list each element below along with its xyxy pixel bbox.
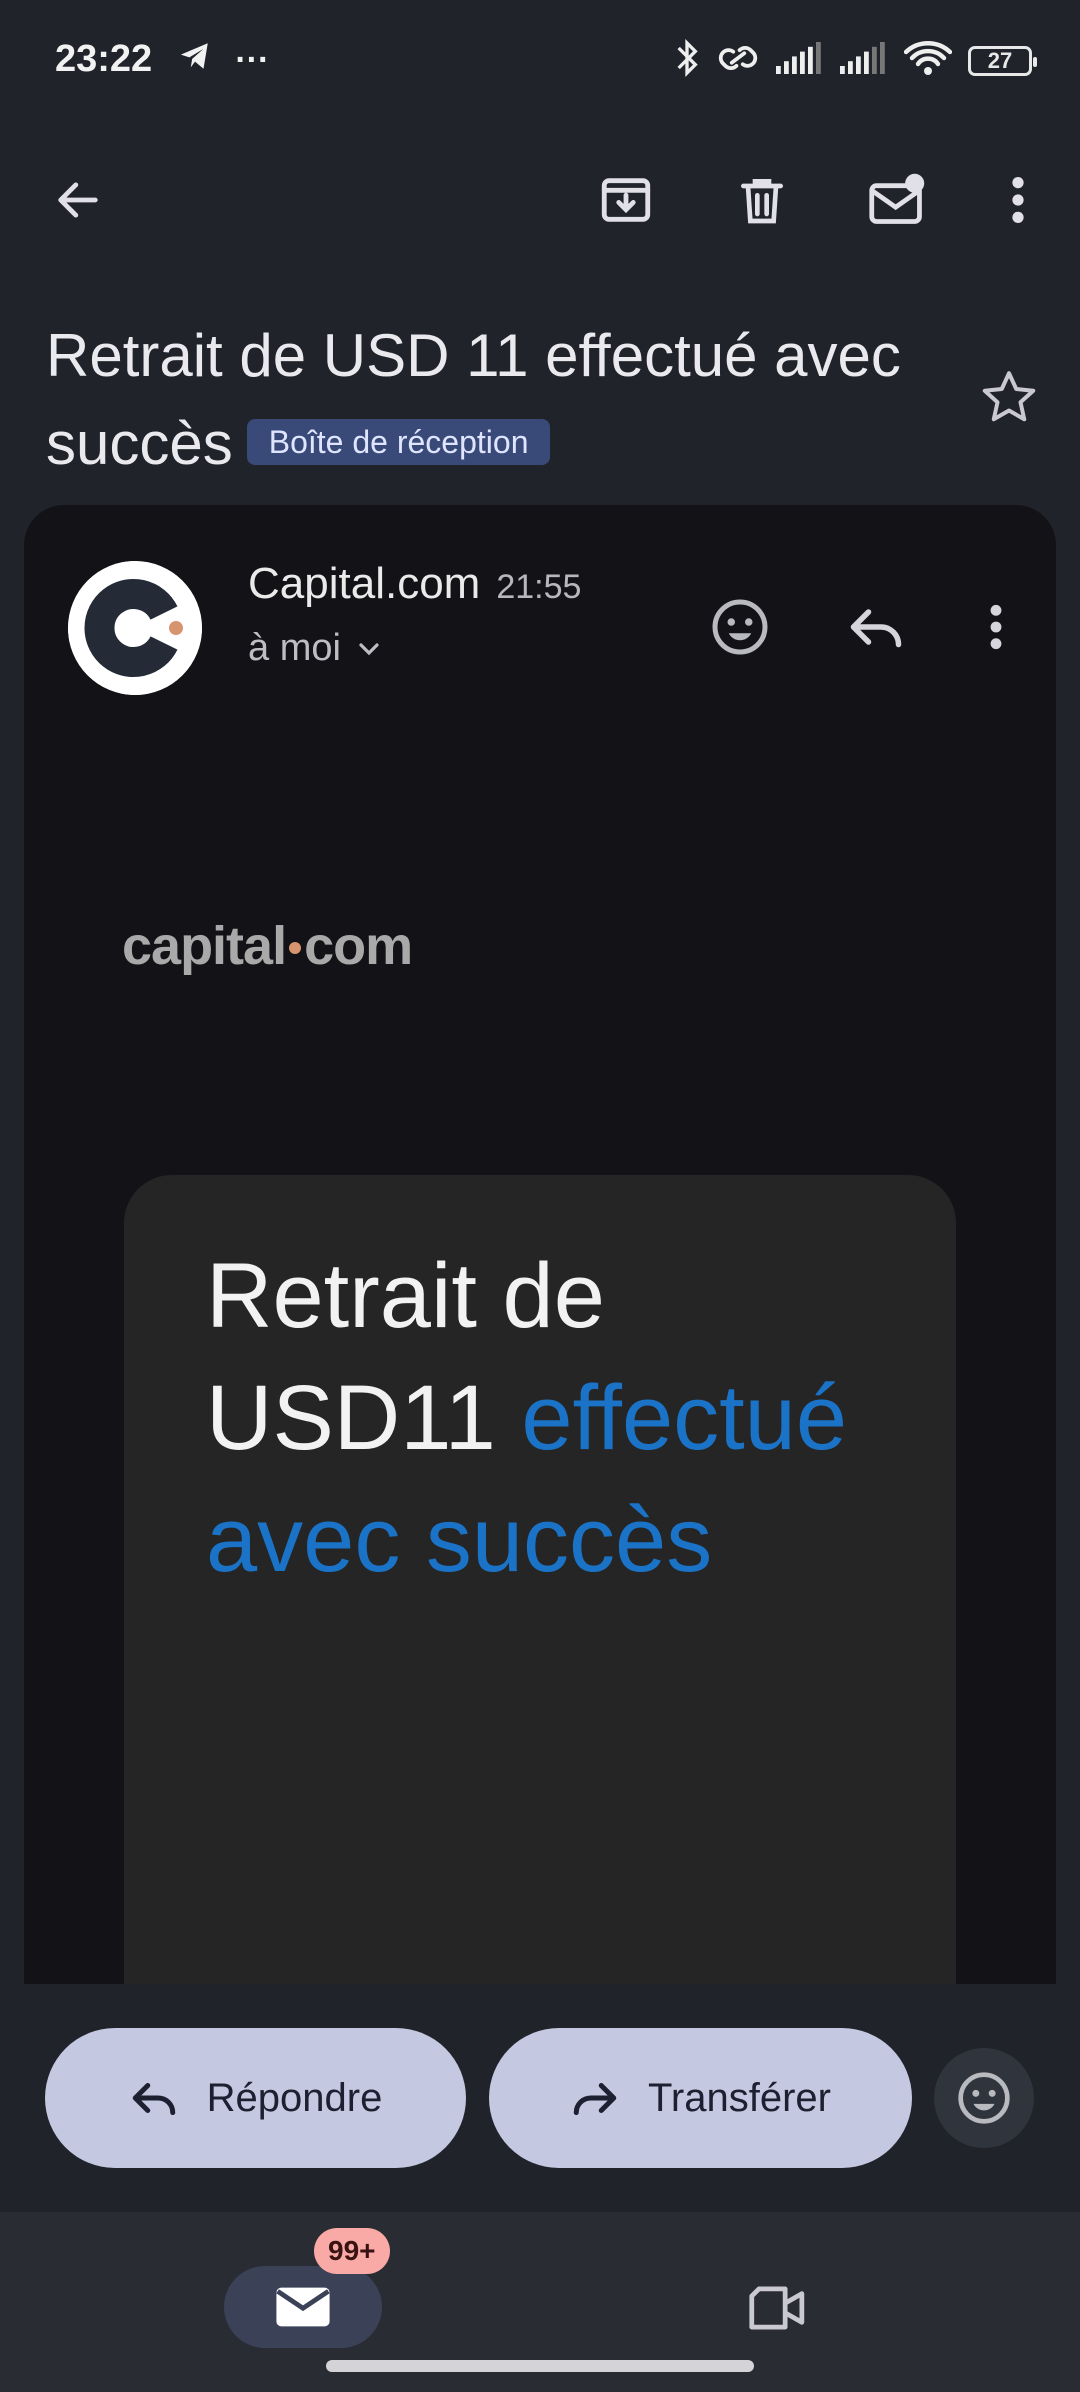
more-options-button[interactable]: [968, 150, 1068, 250]
forward-label: Transférer: [647, 2075, 831, 2120]
reply-icon: [132, 2083, 175, 2116]
inbox-label-chip[interactable]: Boîte de réception: [246, 419, 551, 466]
video-camera-icon: [749, 2286, 805, 2330]
bluetooth-icon: [674, 38, 700, 83]
capital-com-wordmark: capital com: [122, 915, 413, 977]
recipient-toggle[interactable]: à moi: [248, 627, 385, 670]
emoji-icon: [958, 2072, 1010, 2124]
star-icon: [982, 371, 1036, 422]
signal-icon-2: [840, 42, 888, 79]
reply-header-button[interactable]: [836, 587, 916, 667]
reply-icon: [850, 609, 902, 648]
delete-button[interactable]: [712, 150, 812, 250]
unread-count-badge: 99+: [314, 2228, 390, 2274]
battery-indicator: 27: [968, 45, 1037, 76]
status-time: 23:22 ···: [55, 38, 269, 83]
emoji-reaction-button[interactable]: [934, 2048, 1034, 2148]
status-icons: 27: [674, 38, 1037, 83]
nav-meet-tab[interactable]: [730, 2260, 826, 2356]
forward-icon: [573, 2083, 617, 2116]
emoji-icon: [712, 599, 768, 655]
home-indicator[interactable]: [326, 2360, 754, 2372]
more-vert-icon: [990, 604, 1002, 650]
message-toolbar: [0, 150, 1080, 250]
email-headline: Retrait de USD11 effectué avec succès: [206, 1235, 906, 1601]
reply-label: Répondre: [206, 2075, 383, 2120]
signal-icon: [776, 42, 824, 79]
wifi-icon: [903, 39, 953, 82]
gmail-message-screen: 23:22 ··· 27 Retrait de USD 11 effectué …: [0, 0, 1080, 2392]
message-card: Capital.com 21:55 à moi capital com Retrai…: [24, 505, 1056, 1985]
wordmark-right: com: [304, 916, 413, 976]
recipient-text: à moi: [248, 627, 341, 669]
status-more-indicator: ···: [235, 41, 270, 79]
sender-avatar[interactable]: [68, 561, 202, 695]
status-bar: 23:22 ··· 27: [0, 0, 1080, 130]
link-icon: [716, 40, 760, 81]
mark-unread-button[interactable]: [848, 150, 948, 250]
reply-action-bar: Répondre Transférer: [0, 1984, 1080, 2212]
wordmark-left: capital: [122, 916, 287, 976]
more-vert-icon: [1012, 177, 1024, 223]
telegram-icon: [177, 39, 213, 83]
archive-button[interactable]: [576, 150, 676, 250]
back-button[interactable]: [28, 150, 128, 250]
status-clock: 23:22: [55, 38, 153, 80]
sender-line: Capital.com 21:55: [248, 559, 581, 609]
email-content-box: Retrait de USD11 effectué avec succès: [124, 1175, 956, 1985]
chevron-down-icon: [359, 642, 379, 655]
forward-button[interactable]: Transférer: [489, 2028, 912, 2168]
sender-name[interactable]: Capital.com: [248, 559, 480, 608]
message-more-button[interactable]: [956, 587, 1036, 667]
received-time: 21:55: [496, 568, 582, 606]
trash-icon: [741, 179, 783, 224]
mail-unread-icon: [869, 173, 925, 224]
wordmark-dot-icon: [289, 941, 302, 954]
capital-logo-icon: [68, 561, 202, 695]
mail-icon: [276, 2287, 330, 2327]
reply-button[interactable]: Répondre: [45, 2028, 466, 2168]
back-arrow-icon: [58, 182, 98, 218]
react-emoji-button[interactable]: [700, 587, 780, 667]
email-subject: Retrait de USD 11 effectué avec succès Bo…: [46, 312, 946, 488]
star-button[interactable]: [974, 362, 1044, 432]
archive-icon: [601, 178, 651, 222]
nav-mail-tab[interactable]: [224, 2266, 382, 2348]
